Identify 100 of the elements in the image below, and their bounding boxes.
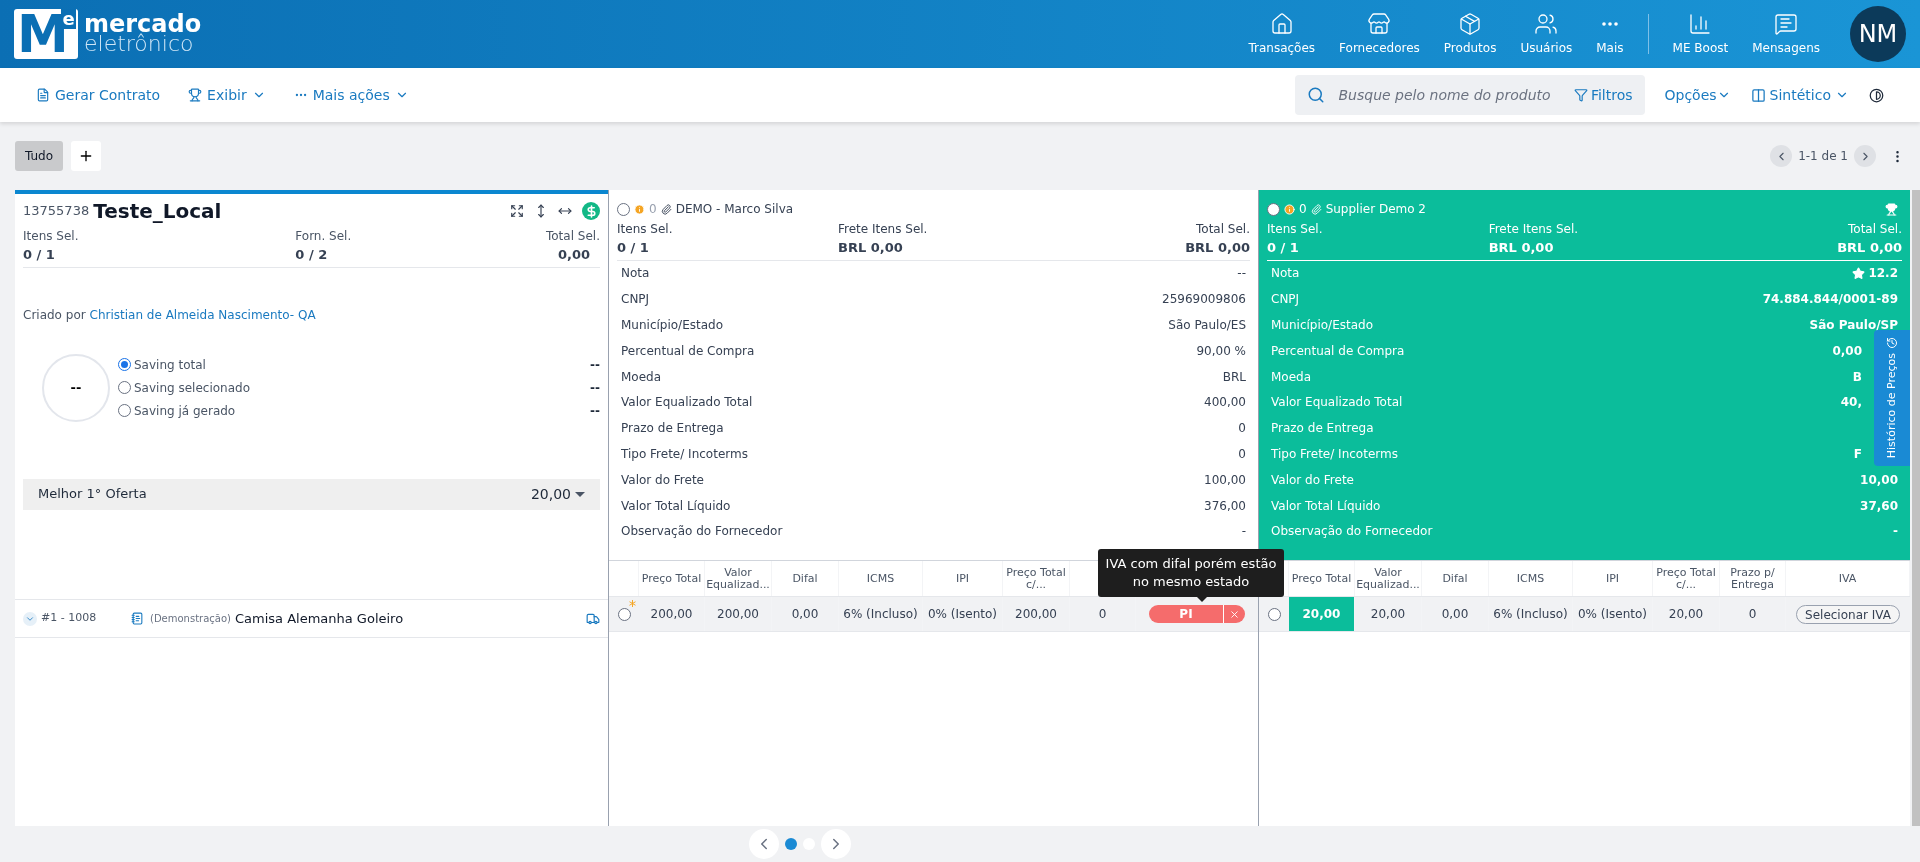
search-icon bbox=[1306, 86, 1325, 104]
expand-toggle[interactable] bbox=[23, 611, 37, 626]
detail-label: Percentual de Compra bbox=[1271, 342, 1405, 360]
stat-label: Total Sel. bbox=[546, 228, 600, 245]
column-header: IPI bbox=[1605, 572, 1620, 585]
saving-option[interactable]: Saving total bbox=[134, 355, 206, 374]
more-icon bbox=[1601, 21, 1618, 26]
toolbar-action[interactable]: Exibir bbox=[188, 84, 266, 106]
column-header: ICMS bbox=[866, 572, 895, 585]
asterisk-icon bbox=[629, 600, 636, 607]
home-icon bbox=[1269, 11, 1294, 36]
item-name[interactable]: Camisa Alemanha Goleiro bbox=[234, 608, 404, 629]
history-icon bbox=[1886, 337, 1898, 350]
close-icon[interactable] bbox=[1229, 608, 1240, 620]
radio-button[interactable] bbox=[118, 404, 131, 417]
view-tab[interactable]: Tudo bbox=[15, 141, 64, 171]
expand-icon[interactable] bbox=[510, 204, 524, 218]
column-header: Difal bbox=[1442, 572, 1468, 585]
detail-value: 37,60 bbox=[1860, 497, 1898, 515]
saving-option[interactable]: Saving selecionado bbox=[134, 378, 250, 397]
radio-button[interactable] bbox=[617, 607, 631, 621]
detail-label: Município/Estado bbox=[1271, 317, 1374, 334]
add-tab-button[interactable] bbox=[71, 141, 102, 171]
stat-value: 0 / 1 bbox=[1267, 239, 1300, 257]
user-avatar[interactable]: NM bbox=[1850, 6, 1906, 62]
filters-button[interactable]: Filtros bbox=[1573, 84, 1633, 106]
previous-slide-button[interactable] bbox=[749, 829, 779, 859]
chat-icon bbox=[1774, 11, 1799, 36]
toolbar-action[interactable]: Mais ações bbox=[293, 84, 409, 106]
saving-gauge: -- bbox=[42, 353, 110, 422]
table-cell: 0,00 bbox=[772, 597, 839, 631]
tooltip-pointer bbox=[1196, 596, 1208, 602]
saving-value: -- bbox=[590, 402, 600, 420]
next-slide-button[interactable] bbox=[821, 829, 851, 859]
detail-label: Valor Equalizado Total bbox=[1271, 394, 1403, 412]
options-button[interactable]: Opções bbox=[1664, 84, 1731, 106]
previous-page-button[interactable] bbox=[1770, 145, 1793, 167]
detail-value: - bbox=[1241, 523, 1246, 541]
detail-value: 74.884.844/0001-89 bbox=[1762, 291, 1898, 309]
detail-value: 0 bbox=[1238, 445, 1246, 463]
tooltip: IVA com difal porém estão no mesmo estado bbox=[1098, 549, 1284, 597]
stat-value: 0 / 1 bbox=[23, 246, 56, 264]
side-tab[interactable]: Histórico de Preços bbox=[1874, 330, 1910, 466]
column-header: IVA bbox=[1838, 572, 1857, 585]
saving-option[interactable]: Saving já gerado bbox=[134, 401, 236, 420]
radio-button[interactable] bbox=[118, 358, 131, 371]
nav-item[interactable]: Mais bbox=[1588, 11, 1632, 57]
iva-badge[interactable]: PI bbox=[1149, 605, 1245, 623]
filter-icon bbox=[1573, 88, 1588, 102]
nav-item[interactable]: Fornecedores bbox=[1331, 11, 1428, 57]
detail-label: Tipo Frete/ Incoterms bbox=[621, 445, 748, 463]
select-iva-button[interactable]: Selecionar IVA bbox=[1796, 604, 1900, 624]
table-row[interactable]: 20,00 20,00 0,00 6% (Incluso) 0% (Isento) 20,00 0 Selecionar IVA bbox=[1259, 597, 1910, 632]
table-cell: 20,00 bbox=[1653, 597, 1720, 631]
star-icon bbox=[1852, 266, 1866, 280]
scrollbar[interactable] bbox=[1912, 190, 1920, 826]
table-cell: 0% (Isento) bbox=[923, 597, 1003, 631]
table-cell: 0,00 bbox=[1422, 597, 1489, 631]
column-header: Preço Total c/... bbox=[1655, 566, 1717, 591]
view-button[interactable]: Sintético bbox=[1750, 84, 1849, 106]
nav-item[interactable]: Mensagens bbox=[1744, 11, 1828, 57]
dollar-icon[interactable] bbox=[582, 202, 600, 220]
table-cell: 20,00 bbox=[1355, 597, 1422, 631]
stat-label: Frete Itens Sel. bbox=[838, 221, 929, 238]
toolbar-action[interactable]: Gerar Contrato bbox=[36, 84, 161, 106]
truck-icon[interactable] bbox=[586, 611, 600, 626]
detail-value: B bbox=[1852, 368, 1862, 386]
creator-link[interactable]: Christian de Almeida Nascimento- QA bbox=[89, 307, 316, 322]
contrast-icon[interactable] bbox=[1869, 87, 1884, 103]
detail-label: Observação do Fornecedor bbox=[1271, 523, 1433, 541]
nav-item[interactable]: ME Boost bbox=[1664, 11, 1737, 57]
column-header: Preço Total c/... bbox=[1005, 566, 1067, 591]
users-icon bbox=[1534, 11, 1559, 36]
next-page-button[interactable] bbox=[1854, 145, 1876, 167]
caret-icon[interactable] bbox=[575, 491, 585, 497]
detail-label: Valor do Frete bbox=[621, 471, 704, 489]
table-cell: 0 bbox=[1720, 597, 1786, 631]
supplier-name[interactable]: Supplier Demo 2 bbox=[1325, 200, 1426, 218]
column-header: Valor Equalizad... bbox=[706, 566, 770, 591]
nav-item[interactable]: Usuários bbox=[1512, 11, 1581, 57]
supplier-name[interactable]: DEMO - Marco Silva bbox=[675, 200, 794, 218]
column-header: Preço Total bbox=[641, 572, 702, 585]
table-row[interactable]: 200,00 200,00 0,00 6% (Incluso) 0% (Isento) 200,00 0 PI bbox=[609, 597, 1258, 632]
radio-button[interactable] bbox=[617, 202, 630, 216]
radio-button[interactable] bbox=[1267, 607, 1281, 621]
detail-value: 10,00 bbox=[1860, 471, 1898, 489]
detail-label: Nota bbox=[621, 265, 650, 283]
paperclip-icon[interactable] bbox=[660, 203, 672, 215]
saving-value: -- bbox=[590, 356, 600, 374]
radio-button[interactable] bbox=[1267, 202, 1280, 216]
radio-button[interactable] bbox=[118, 381, 131, 394]
search-field[interactable]: Busque pelo nome do produto Filtros bbox=[1294, 75, 1645, 115]
nav-item[interactable]: Transações bbox=[1240, 11, 1324, 57]
detail-value: 376,00 bbox=[1204, 497, 1246, 515]
detail-value: F bbox=[1853, 445, 1862, 463]
nav-item[interactable]: Produtos bbox=[1435, 11, 1505, 57]
detail-label: Valor Total Líquido bbox=[621, 497, 731, 515]
attachment-count: 0 bbox=[649, 201, 657, 218]
stat-label: Total Sel. bbox=[1196, 221, 1250, 238]
detail-value: 0 bbox=[1238, 420, 1246, 438]
